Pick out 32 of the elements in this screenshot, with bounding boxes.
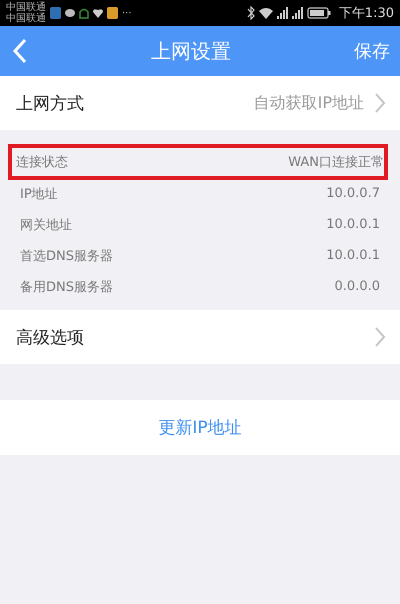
info-value: 0.0.0.0	[334, 279, 380, 294]
signal-icon	[276, 7, 288, 19]
app-icon	[107, 7, 118, 19]
chat-bubble-icon	[65, 9, 75, 17]
battery-icon	[306, 7, 331, 19]
info-label: IP地址	[20, 186, 58, 202]
info-label: 备用DNS服务器	[20, 278, 113, 296]
info-value: WAN口连接正常	[288, 154, 384, 171]
info-value: 10.0.0.1	[326, 217, 380, 232]
chevron-icon	[374, 326, 386, 348]
more-notifications: ···	[122, 8, 132, 18]
carrier-name: 中国联通	[6, 2, 46, 13]
row-value: 自动获取IP地址	[254, 92, 364, 114]
carrier-name: 中国联通	[6, 13, 46, 24]
advanced-options-row[interactable]: 高级选项	[0, 310, 400, 364]
info-label: 网关地址	[20, 216, 72, 234]
row-label: 高级选项	[16, 326, 85, 348]
page-title: 上网设置	[150, 38, 232, 64]
app-icon	[50, 7, 61, 19]
info-label: 首选DNS服务器	[20, 248, 113, 264]
info-value: 10.0.0.1	[326, 248, 380, 263]
row-label: 上网方式	[16, 92, 85, 114]
wifi-icon	[258, 7, 273, 19]
connection-mode-row[interactable]: 上网方式 自动获取IP地址	[0, 76, 400, 130]
chevron-icon	[374, 92, 386, 114]
signal-icon	[292, 7, 303, 19]
info-label: 连接状态	[16, 154, 68, 171]
clock-time: 下午1:30	[338, 5, 394, 22]
info-value: 10.0.0.7	[326, 186, 380, 201]
heart-icon	[93, 8, 103, 18]
bluetooth-icon	[246, 6, 255, 20]
back-icon[interactable]	[12, 38, 28, 64]
